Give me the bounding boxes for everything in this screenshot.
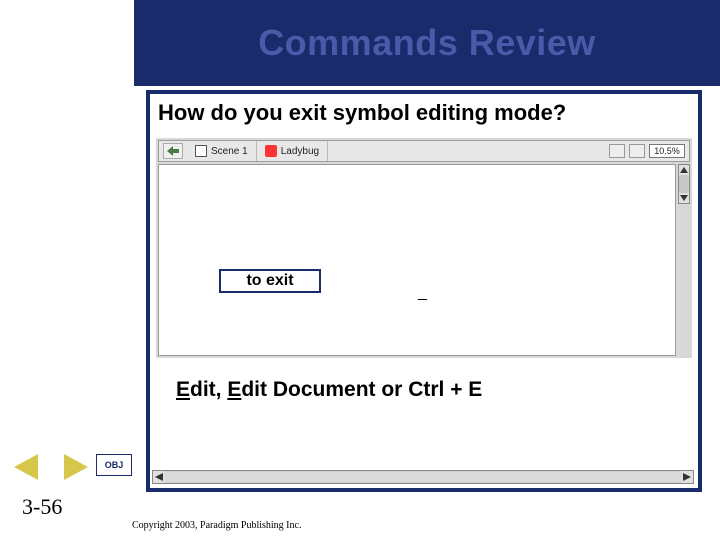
title-band: Commands Review: [134, 0, 720, 86]
slide: Commands Review How do you exit symbol e…: [0, 0, 720, 540]
nav-prev-button[interactable]: [14, 454, 38, 480]
scroll-up-icon[interactable]: [679, 165, 689, 175]
answer-text: Edit, Edit Document or Ctrl + E: [176, 378, 482, 402]
scroll-right-icon[interactable]: [681, 471, 693, 483]
scene-label: Scene 1: [211, 146, 248, 157]
symbol-label: Ladybug: [281, 146, 319, 157]
arrow-left-icon: [167, 146, 179, 156]
scroll-left-icon[interactable]: [153, 471, 165, 483]
horizontal-scrollbar[interactable]: [152, 470, 694, 484]
zoom-input[interactable]: 10.5%: [649, 144, 685, 158]
back-arrow-button[interactable]: [163, 143, 183, 159]
nav-next-button[interactable]: [64, 454, 88, 480]
answer-e2: E: [227, 378, 241, 401]
zoom-fit-icon[interactable]: [629, 144, 645, 158]
slide-title: Commands Review: [258, 22, 596, 64]
answer-m1: dit,: [190, 378, 227, 401]
flash-edit-bar: Scene 1 Ladybug 10.5%: [158, 140, 690, 162]
marker: _: [418, 284, 427, 302]
zoom-controls: 10.5%: [609, 144, 689, 158]
exit-label-box: to exit: [219, 269, 321, 293]
symbol-icon: [265, 145, 277, 157]
question-text: How do you exit symbol editing mode?: [158, 100, 566, 126]
breadcrumb-scene[interactable]: Scene 1: [187, 141, 257, 161]
vertical-scrollbar[interactable]: [678, 164, 690, 204]
answer-e1: E: [176, 378, 190, 401]
scroll-down-icon[interactable]: [679, 193, 689, 203]
scroll-track[interactable]: [165, 472, 681, 482]
scene-icon: [195, 145, 207, 157]
zoom-tool-icon[interactable]: [609, 144, 625, 158]
copyright-text: Copyright 2003, Paradigm Publishing Inc.: [132, 520, 301, 531]
flash-screenshot: Scene 1 Ladybug 10.5%: [156, 138, 692, 358]
flash-canvas: [158, 164, 676, 356]
answer-m2: dit Document or Ctrl + E: [241, 378, 482, 401]
obj-button[interactable]: OBJ: [96, 454, 132, 476]
breadcrumb-symbol[interactable]: Ladybug: [257, 141, 328, 161]
page-number: 3-56: [22, 494, 62, 520]
